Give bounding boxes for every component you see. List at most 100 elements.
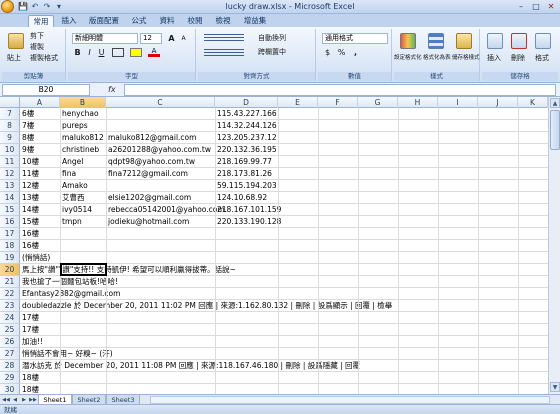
column-header-k[interactable]: K bbox=[518, 97, 548, 108]
grow-font-button[interactable]: A bbox=[166, 33, 177, 44]
conditional-format-icon[interactable] bbox=[400, 33, 416, 49]
horizontal-align-icon[interactable] bbox=[204, 49, 244, 58]
column-header-i[interactable]: I bbox=[438, 97, 478, 108]
cell-b[interactable]: Angel bbox=[62, 156, 83, 168]
cell-b[interactable]: ivy0514 bbox=[62, 204, 92, 216]
row-cells[interactable]: 9樓 christineb a26201288@yahoo.com.tw 220.13… bbox=[20, 144, 548, 156]
cell-b[interactable]: fina bbox=[62, 168, 76, 180]
row-header[interactable]: 20 bbox=[0, 264, 20, 276]
row-header[interactable]: 28 bbox=[0, 360, 20, 372]
cell-a[interactable]: 14樓 bbox=[22, 204, 39, 216]
row-cells[interactable]: 我也搶了一個麵包站板!哈哈! bbox=[20, 276, 548, 288]
italic-button[interactable]: I bbox=[84, 47, 95, 58]
row-header[interactable]: 27 bbox=[0, 348, 20, 360]
undo-icon[interactable]: ↶ bbox=[30, 2, 40, 12]
merge-center-button[interactable]: 跨欄置中 bbox=[258, 47, 286, 57]
row-cells[interactable]: 悄悄話不會用~ 好糗~ (汗) bbox=[20, 348, 548, 360]
row-header[interactable]: 17 bbox=[0, 228, 20, 240]
cell-b[interactable]: pureps bbox=[62, 120, 88, 132]
row-header[interactable]: 22 bbox=[0, 288, 20, 300]
column-header-j[interactable]: J bbox=[478, 97, 518, 108]
tab-addins[interactable]: 增益集 bbox=[238, 15, 272, 27]
tab-page-layout[interactable]: 版面配置 bbox=[84, 15, 124, 27]
format-table-icon[interactable] bbox=[428, 33, 444, 49]
row-cells[interactable]: 16樓 bbox=[20, 228, 548, 240]
minimize-button[interactable]: – bbox=[514, 1, 528, 12]
last-sheet-icon[interactable]: ▶▶ bbox=[29, 396, 37, 404]
copy-button[interactable]: 複製 bbox=[30, 42, 44, 52]
scroll-thumb[interactable] bbox=[550, 110, 560, 150]
cell-d[interactable]: 123.205.237.12 bbox=[217, 132, 277, 144]
cell-d[interactable]: 220.132.36.195 bbox=[217, 144, 277, 156]
format-cells-icon[interactable] bbox=[535, 33, 551, 49]
cell-a[interactable]: 17樓 bbox=[22, 312, 39, 324]
cell-c[interactable]: jodieku@hotmail.com bbox=[108, 216, 189, 228]
vertical-scrollbar[interactable]: ▲ ▼ bbox=[548, 97, 560, 394]
cell-a[interactable]: 13樓 bbox=[22, 192, 39, 204]
cell-a[interactable]: 7樓 bbox=[22, 120, 34, 132]
cell-d[interactable]: 220.133.190.128 bbox=[217, 216, 281, 228]
cell-a[interactable]: doubledazzle 於 December 20, 2011 11:02 P… bbox=[22, 300, 392, 312]
number-format-select[interactable]: 通用格式 bbox=[322, 33, 388, 44]
column-header-a[interactable]: A bbox=[20, 97, 60, 108]
column-header-h[interactable]: H bbox=[398, 97, 438, 108]
insert-cells-icon[interactable] bbox=[487, 33, 503, 49]
cell-b[interactable]: tmpn bbox=[62, 216, 82, 228]
bold-button[interactable]: B bbox=[72, 47, 83, 58]
tab-formulas[interactable]: 公式 bbox=[126, 15, 152, 27]
cell-d[interactable]: 59.115.194.203 bbox=[217, 180, 277, 192]
cell-a[interactable]: 11樓 bbox=[22, 168, 39, 180]
paste-icon[interactable] bbox=[8, 33, 24, 49]
scroll-down-icon[interactable]: ▼ bbox=[550, 382, 560, 392]
cell-c[interactable]: maluko812@gmail.com bbox=[108, 132, 196, 144]
borders-icon[interactable] bbox=[112, 48, 124, 57]
formula-input[interactable] bbox=[124, 84, 556, 96]
row-cells[interactable]: 6樓 henychao 115.43.227.166 bbox=[20, 108, 548, 120]
scroll-up-icon[interactable]: ▲ bbox=[550, 98, 560, 108]
row-header[interactable]: 13 bbox=[0, 180, 20, 192]
row-header[interactable]: 14 bbox=[0, 192, 20, 204]
format-button[interactable]: 格式 bbox=[535, 53, 549, 63]
cell-b[interactable]: henychao bbox=[62, 108, 99, 120]
office-button[interactable] bbox=[1, 0, 14, 13]
row-cells[interactable]: 12樓 Amako 59.115.194.203 bbox=[20, 180, 548, 192]
cell-a[interactable]: 我也搶了一個麵包站板!哈哈! bbox=[22, 276, 118, 288]
row-cells[interactable]: 加油!! bbox=[20, 336, 548, 348]
cell-a[interactable]: 16樓 bbox=[22, 228, 39, 240]
shrink-font-button[interactable]: A bbox=[178, 33, 189, 44]
row-cells[interactable]: 14樓 ivy0514 rebecca05142001@yahoo.com. 218.… bbox=[20, 204, 548, 216]
column-header-c[interactable]: C bbox=[106, 97, 215, 108]
format-painter-button[interactable]: 複製格式 bbox=[30, 53, 58, 63]
row-header[interactable]: 25 bbox=[0, 324, 20, 336]
cell-a[interactable]: 10樓 bbox=[22, 156, 39, 168]
first-sheet-icon[interactable]: ◀◀ bbox=[2, 396, 10, 404]
cell-a[interactable]: 6樓 bbox=[22, 108, 34, 120]
comma-button[interactable]: , bbox=[350, 47, 361, 58]
row-cells[interactable]: 13樓 艾曹西 elsie1202@gmail.com 124.10.68.92 bbox=[20, 192, 548, 204]
row-cells[interactable]: doubledazzle 於 December 20, 2011 11:02 P… bbox=[20, 300, 548, 312]
tab-review[interactable]: 校閱 bbox=[182, 15, 208, 27]
cell-a[interactable]: 潛水訪克 於 December 20, 2011 11:08 PM 回應 | 來… bbox=[22, 360, 360, 372]
row-cells[interactable]: 18樓 bbox=[20, 372, 548, 384]
currency-button[interactable]: $ bbox=[322, 47, 333, 58]
row-header[interactable]: 29 bbox=[0, 372, 20, 384]
worksheet-grid[interactable]: ABCDEFGHIJK 7 6樓 henychao 115.43.227.166 8 7樓… bbox=[0, 97, 548, 394]
delete-cells-icon[interactable] bbox=[511, 33, 527, 49]
row-header[interactable]: 18 bbox=[0, 240, 20, 252]
row-header[interactable]: 30 bbox=[0, 384, 20, 394]
conditional-format-button[interactable]: 設定格式化的條件 bbox=[394, 53, 422, 63]
cell-a[interactable]: 8樓 bbox=[22, 132, 34, 144]
cell-a[interactable]: 12樓 bbox=[22, 180, 39, 192]
cell-c[interactable]: fina7212@gmail.com bbox=[108, 168, 188, 180]
vertical-align-icon[interactable] bbox=[204, 34, 244, 43]
tab-home[interactable]: 常用 bbox=[28, 15, 54, 27]
row-header[interactable]: 12 bbox=[0, 168, 20, 180]
cell-d[interactable]: 124.10.68.92 bbox=[217, 192, 267, 204]
cell-d[interactable]: 218.169.99.77 bbox=[217, 156, 272, 168]
cell-a[interactable]: 18樓 bbox=[22, 372, 39, 384]
row-header[interactable]: 11 bbox=[0, 156, 20, 168]
row-header[interactable]: 24 bbox=[0, 312, 20, 324]
cell-c[interactable]: elsie1202@gmail.com bbox=[108, 192, 191, 204]
font-name-select[interactable]: 新細明體 bbox=[72, 33, 138, 44]
cell-styles-icon[interactable] bbox=[456, 33, 472, 49]
